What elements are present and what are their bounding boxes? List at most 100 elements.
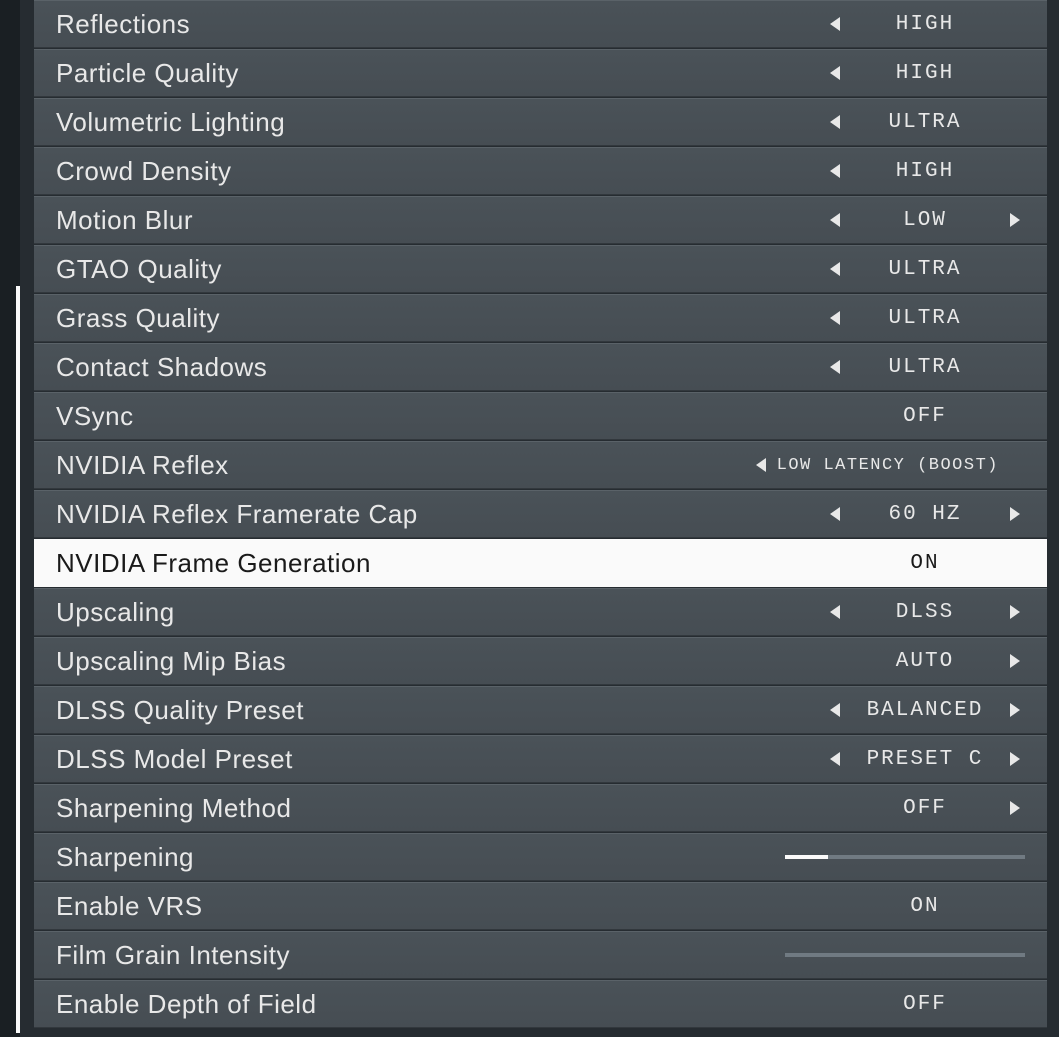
setting-row-crowd-density[interactable]: Crowd DensityHIGH bbox=[34, 147, 1047, 195]
setting-value: HIGH bbox=[845, 160, 1005, 183]
setting-row-enable-vrs[interactable]: Enable VRS ON bbox=[34, 882, 1047, 930]
setting-label: DLSS Quality Preset bbox=[56, 695, 765, 726]
setting-control: AUTO bbox=[765, 650, 1025, 673]
setting-value: AUTO bbox=[845, 650, 1005, 673]
settings-list: Reflections HIGH Particle Quality HIGH Volum… bbox=[20, 0, 1059, 1037]
setting-label: Film Grain Intensity bbox=[56, 940, 765, 971]
chevron-left-icon[interactable] bbox=[825, 161, 845, 181]
setting-row-nvidia-reflex[interactable]: NVIDIA ReflexLOW LATENCY (BOOST) bbox=[34, 441, 1047, 489]
setting-label: NVIDIA Frame Generation bbox=[56, 548, 765, 579]
setting-value: ULTRA bbox=[845, 258, 1005, 281]
setting-control: OFF bbox=[765, 993, 1025, 1016]
setting-value: ON bbox=[845, 552, 1005, 575]
setting-label: Particle Quality bbox=[56, 58, 765, 89]
setting-control: ULTRA bbox=[765, 307, 1025, 330]
setting-value: HIGH bbox=[845, 13, 1005, 36]
chevron-right-icon[interactable] bbox=[1005, 651, 1025, 671]
setting-value: DLSS bbox=[845, 601, 1005, 624]
setting-value: BALANCED bbox=[845, 699, 1005, 722]
setting-value: ULTRA bbox=[845, 111, 1005, 134]
setting-control: LOW bbox=[765, 209, 1025, 232]
sharpening-slider[interactable] bbox=[785, 855, 1025, 859]
setting-control bbox=[765, 953, 1025, 957]
chevron-left-icon[interactable] bbox=[825, 210, 845, 230]
setting-control: HIGH bbox=[765, 13, 1025, 36]
setting-row-contact-shadows[interactable]: Contact Shadows ULTRA bbox=[34, 343, 1047, 391]
chevron-left-icon[interactable] bbox=[825, 308, 845, 328]
chevron-left-icon[interactable] bbox=[825, 112, 845, 132]
setting-control: OFF bbox=[765, 797, 1025, 820]
setting-label: Enable VRS bbox=[56, 891, 765, 922]
setting-row-nvidia-frame-gen[interactable]: NVIDIA Frame Generation ON bbox=[34, 539, 1047, 587]
setting-row-dlss-quality[interactable]: DLSS Quality Preset BALANCED bbox=[34, 686, 1047, 734]
slider-fill bbox=[785, 855, 828, 859]
chevron-right-icon[interactable] bbox=[1005, 749, 1025, 769]
setting-row-reflections[interactable]: Reflections HIGH bbox=[34, 0, 1047, 48]
setting-label: Sharpening Method bbox=[56, 793, 765, 824]
setting-row-motion-blur[interactable]: Motion Blur LOW bbox=[34, 196, 1047, 244]
setting-control: ON bbox=[765, 895, 1025, 918]
setting-control: ULTRA bbox=[765, 111, 1025, 134]
setting-control: LOW LATENCY (BOOST) bbox=[751, 455, 1025, 475]
setting-row-gtao-quality[interactable]: GTAO QualityULTRA bbox=[34, 245, 1047, 293]
chevron-left-icon[interactable] bbox=[825, 14, 845, 34]
setting-row-volumetric-lighting[interactable]: Volumetric Lighting ULTRA bbox=[34, 98, 1047, 146]
chevron-left-icon[interactable] bbox=[825, 749, 845, 769]
setting-row-upscaling-mip[interactable]: Upscaling Mip Bias AUTO bbox=[34, 637, 1047, 685]
setting-control bbox=[765, 855, 1025, 859]
setting-control: ULTRA bbox=[765, 356, 1025, 379]
setting-value: OFF bbox=[845, 993, 1005, 1016]
setting-control: ULTRA bbox=[765, 258, 1025, 281]
setting-control: HIGH bbox=[765, 62, 1025, 85]
setting-label: NVIDIA Reflex Framerate Cap bbox=[56, 499, 765, 530]
setting-row-sharpening[interactable]: Sharpening bbox=[34, 833, 1047, 881]
setting-value: ULTRA bbox=[845, 356, 1005, 379]
chevron-left-icon[interactable] bbox=[825, 357, 845, 377]
setting-value: 60 HZ bbox=[845, 503, 1005, 526]
setting-value: HIGH bbox=[845, 62, 1005, 85]
setting-label: Motion Blur bbox=[56, 205, 765, 236]
film-grain-slider[interactable] bbox=[785, 953, 1025, 957]
setting-value: PRESET C bbox=[845, 748, 1005, 771]
setting-label: Sharpening bbox=[56, 842, 765, 873]
setting-label: Grass Quality bbox=[56, 303, 765, 334]
setting-control: PRESET C bbox=[765, 748, 1025, 771]
setting-control: BALANCED bbox=[765, 699, 1025, 722]
setting-label: Upscaling Mip Bias bbox=[56, 646, 765, 677]
chevron-left-icon[interactable] bbox=[825, 700, 845, 720]
chevron-right-icon[interactable] bbox=[1005, 798, 1025, 818]
setting-value: OFF bbox=[845, 405, 1005, 428]
setting-value: OFF bbox=[845, 797, 1005, 820]
setting-row-film-grain[interactable]: Film Grain Intensity bbox=[34, 931, 1047, 979]
setting-control: 60 HZ bbox=[765, 503, 1025, 526]
setting-label: Upscaling bbox=[56, 597, 765, 628]
setting-row-sharpening-method[interactable]: Sharpening Method OFF bbox=[34, 784, 1047, 832]
chevron-left-icon[interactable] bbox=[825, 602, 845, 622]
setting-row-dlss-model[interactable]: DLSS Model Preset PRESET C bbox=[34, 735, 1047, 783]
setting-label: Reflections bbox=[56, 9, 765, 40]
setting-row-vsync[interactable]: VSyncOFF bbox=[34, 392, 1047, 440]
setting-row-nvidia-reflex-cap[interactable]: NVIDIA Reflex Framerate Cap 60 HZ bbox=[34, 490, 1047, 538]
setting-control: HIGH bbox=[765, 160, 1025, 183]
chevron-right-icon[interactable] bbox=[1005, 602, 1025, 622]
chevron-left-icon[interactable] bbox=[825, 504, 845, 524]
setting-row-grass-quality[interactable]: Grass Quality ULTRA bbox=[34, 294, 1047, 342]
chevron-left-icon[interactable] bbox=[825, 63, 845, 83]
setting-control: OFF bbox=[765, 405, 1025, 428]
setting-row-enable-dof[interactable]: Enable Depth of FieldOFF bbox=[34, 980, 1047, 1028]
setting-value: ULTRA bbox=[845, 307, 1005, 330]
chevron-right-icon[interactable] bbox=[1005, 504, 1025, 524]
chevron-right-icon[interactable] bbox=[1005, 700, 1025, 720]
chevron-right-icon[interactable] bbox=[1005, 210, 1025, 230]
setting-value: LOW LATENCY (BOOST) bbox=[771, 456, 1005, 475]
setting-value: LOW bbox=[845, 209, 1005, 232]
chevron-left-icon[interactable] bbox=[751, 455, 771, 475]
setting-label: Volumetric Lighting bbox=[56, 107, 765, 138]
chevron-left-icon[interactable] bbox=[825, 259, 845, 279]
setting-row-upscaling[interactable]: Upscaling DLSS bbox=[34, 588, 1047, 636]
setting-value: ON bbox=[845, 895, 1005, 918]
setting-row-particle-quality[interactable]: Particle Quality HIGH bbox=[34, 49, 1047, 97]
setting-label: Contact Shadows bbox=[56, 352, 765, 383]
setting-control: DLSS bbox=[765, 601, 1025, 624]
setting-label: DLSS Model Preset bbox=[56, 744, 765, 775]
